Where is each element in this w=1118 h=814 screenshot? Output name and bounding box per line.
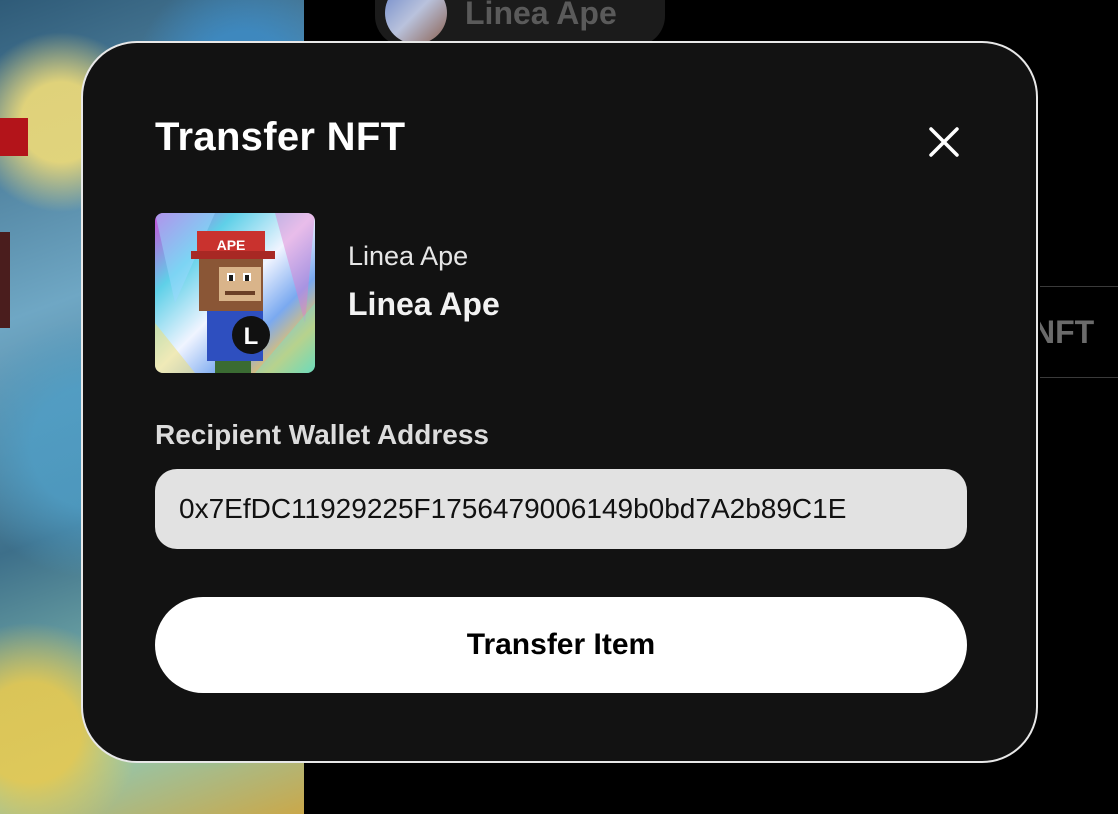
nft-item-name: Linea Ape	[348, 286, 500, 322]
close-icon	[929, 127, 959, 157]
transfer-nft-modal: Transfer NFT APE L Linea Ape Linea Ape R…	[81, 41, 1038, 763]
nft-badge-letter: L	[244, 323, 259, 350]
recipient-address-label: Recipient Wallet Address	[155, 419, 490, 450]
close-button[interactable]	[921, 119, 967, 165]
nft-collection-name: Linea Ape	[348, 241, 469, 271]
background-profile-header: Linea Ape	[375, 0, 665, 46]
transfer-item-button[interactable]: Transfer Item	[155, 597, 967, 693]
nft-cap-text: APE	[217, 237, 246, 253]
background-tab: NFT	[1040, 286, 1118, 378]
background-tab-label: NFT	[1040, 313, 1095, 350]
background-profile-name: Linea Ape	[465, 0, 617, 31]
background-avatar	[385, 0, 447, 44]
background-decoration	[0, 118, 28, 156]
nft-image: APE L	[155, 213, 315, 373]
modal-title: Transfer NFT	[155, 115, 406, 159]
recipient-address-input[interactable]	[155, 469, 967, 549]
background-decoration	[0, 232, 10, 328]
